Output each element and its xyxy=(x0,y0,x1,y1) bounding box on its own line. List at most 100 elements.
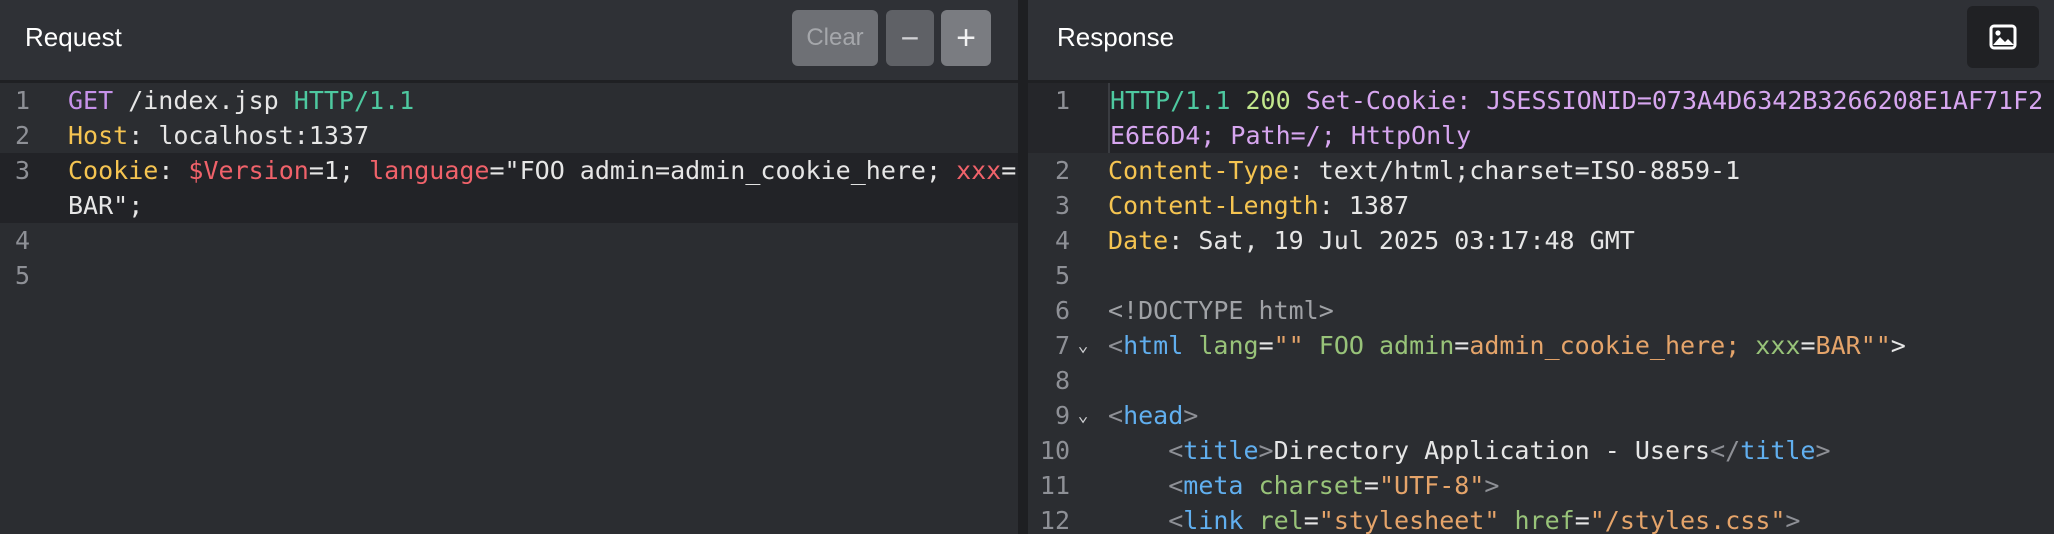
code-line: 11 <meta charset="UTF-8"> xyxy=(1028,468,2054,503)
code-line: 7 ⌄ <html lang="" FOO admin=admin_cookie_h… xyxy=(1028,328,2054,363)
code-token: FOO admin xyxy=(1303,331,1455,360)
line-number: 1 xyxy=(14,86,30,115)
code-token: xxx xyxy=(1740,331,1801,360)
line-text xyxy=(1108,258,2054,293)
code-token: < xyxy=(1108,436,1184,465)
pane-splitter[interactable] xyxy=(1018,0,1028,534)
code-token: = xyxy=(1800,331,1816,360)
line-number: 9 xyxy=(1054,401,1070,430)
line-text: GET /index.jsp HTTP/1.1 xyxy=(30,83,1018,118)
gutter: 5 xyxy=(1028,258,1108,293)
code-line: 2 Content-Type: text/html;charset=ISO-885… xyxy=(1028,153,2054,188)
line-number: 4 xyxy=(1054,226,1070,255)
fold-chevron-icon[interactable]: ⌄ xyxy=(1070,398,1096,433)
gutter: 2 xyxy=(1028,153,1108,188)
line-number: 3 xyxy=(14,156,30,185)
zoom-out-button[interactable]: − xyxy=(886,10,934,66)
code-token: : text/html;charset=ISO-8859-1 xyxy=(1288,156,1741,185)
clear-button[interactable]: Clear xyxy=(792,10,878,66)
code-token: lang xyxy=(1198,331,1259,360)
code-token: BAR xyxy=(1815,331,1861,360)
gutter: 8 xyxy=(1028,363,1108,398)
code-token: xxx xyxy=(956,156,1002,185)
response-pane: Response 1 HTTP/1.1 200 Set-Cookie: JSESS… xyxy=(1028,0,2054,534)
gutter: 1 xyxy=(1028,83,1110,153)
gutter: 11 xyxy=(1028,468,1108,503)
zoom-in-button[interactable]: + xyxy=(941,10,991,66)
line-number: 5 xyxy=(14,261,30,290)
line-text xyxy=(30,223,1018,258)
code-line: 5 xyxy=(0,258,1018,293)
code-line: 3 Cookie: $Version=1; language="FOO admin… xyxy=(0,153,1018,223)
code-token: : Sat, 19 Jul 2025 03:17:48 GMT xyxy=(1168,226,1635,255)
code-token: Directory Application - Users xyxy=(1273,436,1711,465)
code-token: "stylesheet" xyxy=(1318,506,1500,534)
gutter: 10 xyxy=(1028,433,1108,468)
line-number: 7 xyxy=(1054,331,1070,360)
line-number: 5 xyxy=(1054,261,1070,290)
request-editor[interactable]: 1 GET /index.jsp HTTP/1.1 2 Host: localhost… xyxy=(0,83,1018,534)
request-pane: Request Clear − + 1 GET /index.jsp HTTP/1… xyxy=(0,0,1018,534)
gutter: 4 xyxy=(1028,223,1108,258)
response-viewer[interactable]: 1 HTTP/1.1 200 Set-Cookie: JSESSIONID=073… xyxy=(1028,83,2054,534)
code-token: =1; xyxy=(308,156,370,185)
line-number: 8 xyxy=(1054,366,1070,395)
code-token: = xyxy=(1574,506,1590,534)
line-text: <title>Directory Application - Users</ti… xyxy=(1108,433,2054,468)
line-text xyxy=(30,258,1018,293)
code-token: < xyxy=(1108,506,1184,534)
code-token: html xyxy=(1123,331,1184,360)
code-token: = xyxy=(1454,331,1470,360)
code-token: < xyxy=(1108,401,1124,430)
code-token: "" xyxy=(1860,331,1891,360)
line-text: HTTP/1.1 200 Set-Cookie: JSESSIONID=073A… xyxy=(1110,83,2054,153)
line-text: <link rel="stylesheet" href="/styles.css… xyxy=(1108,503,2054,534)
code-token: $Version xyxy=(188,156,309,185)
code-token: GET xyxy=(68,86,114,115)
code-line: 8 xyxy=(1028,363,2054,398)
line-text: Cookie: $Version=1; language="FOO admin=… xyxy=(30,153,1018,223)
line-number: 2 xyxy=(1054,156,1070,185)
line-text: Host: localhost:1337 xyxy=(30,118,1018,153)
line-number: 2 xyxy=(14,121,30,150)
code-token: title xyxy=(1740,436,1816,465)
code-token: > xyxy=(1890,331,1906,360)
line-number: 6 xyxy=(1054,296,1070,325)
code-token: : localhost:1337 xyxy=(128,121,370,150)
line-text: <!DOCTYPE html> xyxy=(1108,293,2054,328)
code-token: link xyxy=(1183,506,1244,534)
code-token: meta xyxy=(1183,471,1244,500)
line-text xyxy=(1108,363,2054,398)
code-token: Host xyxy=(68,121,129,150)
code-token: head xyxy=(1123,401,1184,430)
code-token: <!DOCTYPE html> xyxy=(1108,296,1334,325)
code-line: 1 GET /index.jsp HTTP/1.1 xyxy=(0,83,1018,118)
line-text: <meta charset="UTF-8"> xyxy=(1108,468,2054,503)
code-token: > xyxy=(1183,401,1199,430)
response-title: Response xyxy=(1057,22,1175,52)
code-token: : 1387 xyxy=(1318,191,1410,220)
line-number: 12 xyxy=(1039,506,1070,534)
code-line: 1 HTTP/1.1 200 Set-Cookie: JSESSIONID=073… xyxy=(1028,83,2054,153)
line-number: 3 xyxy=(1054,191,1070,220)
render-image-button[interactable] xyxy=(1967,6,2039,68)
code-token: language xyxy=(369,156,490,185)
code-token: = xyxy=(1258,331,1274,360)
line-number: 1 xyxy=(1054,86,1070,115)
code-token: ="FOO admin=admin_cookie_here; xyxy=(489,156,957,185)
code-token: admin_cookie_here; xyxy=(1469,331,1741,360)
code-token: HTTP/1.1 xyxy=(1110,86,1231,115)
code-token: Cookie xyxy=(68,156,159,185)
code-line: 12 <link rel="stylesheet" href="/styles.… xyxy=(1028,503,2054,534)
fold-chevron-icon[interactable]: ⌄ xyxy=(1070,328,1096,363)
gutter: 9 ⌄ xyxy=(1028,398,1108,433)
code-token: : xyxy=(158,156,189,185)
code-token: HTTP/1.1 xyxy=(293,86,415,115)
